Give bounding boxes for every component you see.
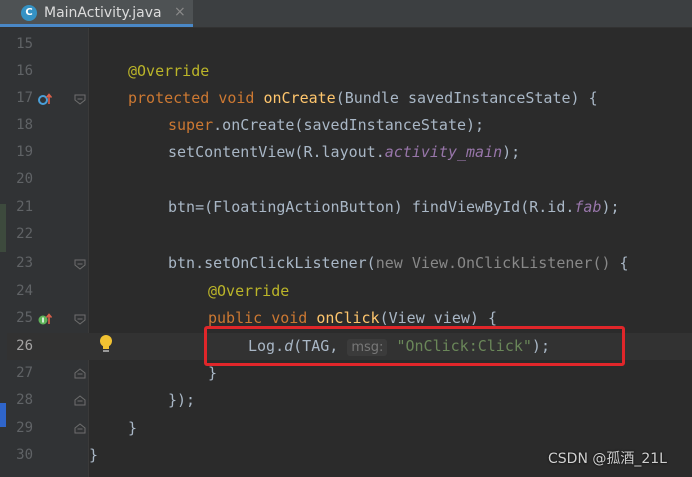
line-number: 25	[16, 310, 33, 326]
code-line: 24 @Override	[0, 278, 692, 305]
code-line: 16 @Override	[0, 58, 692, 85]
code-text[interactable]: setContentView(R.layout.activity_main);	[168, 139, 520, 166]
line-number: 27	[16, 365, 33, 381]
fold-icon[interactable]	[74, 313, 86, 325]
code-text[interactable]: super.onCreate(savedInstanceState);	[168, 112, 484, 139]
tab-title: MainActivity.java	[44, 5, 162, 21]
code-text[interactable]: protected void onCreate(Bundle savedInst…	[128, 85, 598, 112]
code-text[interactable]: @Override	[128, 58, 209, 85]
code-line: 15	[0, 31, 692, 58]
line-number: 24	[16, 283, 33, 299]
java-class-icon: C	[21, 5, 37, 21]
highlight-box	[204, 326, 625, 366]
override-icon[interactable]	[38, 92, 52, 106]
fold-end-icon[interactable]	[74, 423, 86, 435]
line-number: 20	[16, 171, 33, 187]
line-number: 15	[16, 36, 33, 52]
implement-icon[interactable]	[38, 312, 52, 326]
code-text[interactable]: btn=(FloatingActionButton) findViewById(…	[168, 194, 620, 221]
editor-tab-bar: C MainActivity.java ×	[0, 0, 692, 28]
code-line: 19 setContentView(R.layout.activity_main…	[0, 139, 692, 166]
code-text[interactable]: @Override	[208, 278, 289, 305]
code-text[interactable]: }	[128, 415, 137, 442]
close-icon[interactable]: ×	[174, 4, 186, 20]
annotation-token: @Override	[208, 282, 290, 300]
fold-end-icon[interactable]	[74, 395, 86, 407]
fold-icon[interactable]	[74, 258, 86, 270]
code-line: 28 });	[0, 387, 692, 414]
code-line: 18 super.onCreate(savedInstanceState);	[0, 112, 692, 139]
code-text[interactable]: });	[168, 387, 195, 414]
code-text[interactable]: btn.setOnClickListener(new View.OnClickL…	[168, 250, 629, 277]
tab-mainactivity[interactable]: C MainActivity.java ×	[0, 0, 193, 27]
line-number: 22	[16, 226, 33, 242]
code-line: 20	[0, 166, 692, 193]
line-number: 17	[16, 90, 33, 106]
line-number: 26	[16, 338, 33, 354]
watermark: CSDN @孤酒_21L	[548, 451, 667, 467]
code-text[interactable]: }	[89, 442, 98, 469]
line-number: 28	[16, 392, 33, 408]
annotation-token: @Override	[128, 62, 210, 80]
code-line: 22	[0, 221, 692, 248]
code-line: 17 protected void onCreate(Bundle savedI…	[0, 85, 692, 112]
line-number: 29	[16, 420, 33, 436]
line-number: 23	[16, 255, 33, 271]
line-number: 19	[16, 144, 33, 160]
fold-end-icon[interactable]	[74, 368, 86, 380]
code-line: 23 btn.setOnClickListener(new View.OnCli…	[0, 250, 692, 277]
fold-icon[interactable]	[74, 93, 86, 105]
code-line: 21 btn=(FloatingActionButton) findViewBy…	[0, 194, 692, 221]
line-number: 30	[16, 447, 33, 463]
lightbulb-icon[interactable]	[98, 333, 114, 355]
line-number: 16	[16, 63, 33, 79]
line-number: 21	[16, 199, 33, 215]
line-number: 18	[16, 117, 33, 133]
code-line: 29 }	[0, 415, 692, 442]
